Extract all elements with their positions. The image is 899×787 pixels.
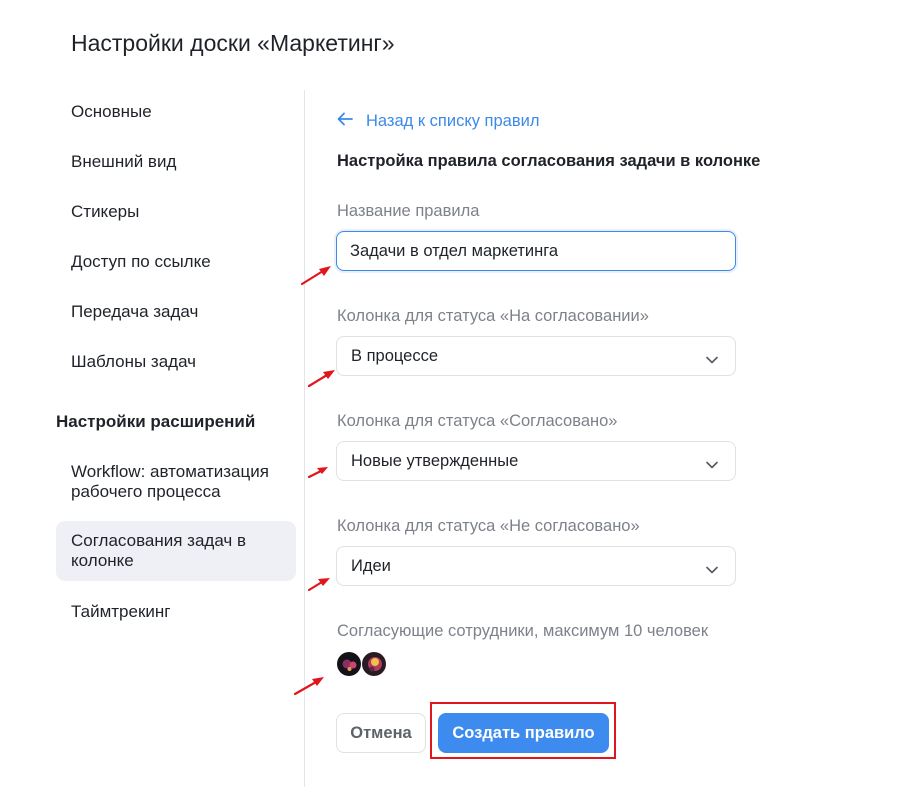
approvers-list xyxy=(336,651,387,677)
back-to-rules-link[interactable]: Назад к списку правил xyxy=(337,112,539,131)
approvers-label: Согласующие сотрудники, максимум 10 чело… xyxy=(337,622,709,640)
rule-name-input[interactable] xyxy=(336,231,736,271)
sidebar-section-extensions: Настройки расширений xyxy=(56,412,256,431)
rule-settings-heading: Настройка правила согласования задачи в … xyxy=(337,152,761,170)
avatar[interactable] xyxy=(361,651,387,677)
sidebar-item-timetracking[interactable]: Таймтрекинг xyxy=(56,602,296,622)
rule-name-label: Название правила xyxy=(337,202,480,220)
red-arrow-icon xyxy=(307,370,335,388)
rejected-status-select[interactable]: Идеи xyxy=(336,546,736,586)
pending-status-select[interactable]: В процессе xyxy=(336,336,736,376)
back-link-label: Назад к списку правил xyxy=(366,112,540,130)
cancel-button[interactable]: Отмена xyxy=(336,713,426,753)
approved-status-select[interactable]: Новые утвержденные xyxy=(336,441,736,481)
sidebar-item-task-transfer[interactable]: Передача задач xyxy=(56,302,296,322)
annotation-highlight-box xyxy=(430,702,616,759)
page-title: Настройки доски «Маркетинг» xyxy=(71,30,395,56)
chevron-down-icon xyxy=(706,561,718,579)
red-arrow-icon xyxy=(300,266,331,286)
pending-status-value: В процессе xyxy=(351,347,438,365)
arrow-left-icon xyxy=(337,112,355,131)
pending-status-label: Колонка для статуса «На согласовании» xyxy=(337,307,649,325)
sidebar-item-task-templates[interactable]: Шаблоны задач xyxy=(56,352,296,372)
chevron-down-icon xyxy=(706,351,718,369)
sidebar-item-link-access[interactable]: Доступ по ссылке xyxy=(56,252,296,272)
chevron-down-icon xyxy=(706,456,718,474)
avatar[interactable] xyxy=(336,651,362,677)
sidebar-item-general[interactable]: Основные xyxy=(56,102,296,122)
rejected-status-label: Колонка для статуса «Не согласовано» xyxy=(337,517,640,535)
sidebar-item-workflow[interactable]: Workflow: автоматизация рабочего процесс… xyxy=(56,462,296,502)
sidebar-item-stickers[interactable]: Стикеры xyxy=(56,202,296,222)
sidebar-item-appearance[interactable]: Внешний вид xyxy=(56,152,296,172)
approved-status-value: Новые утвержденные xyxy=(351,452,519,470)
sidebar-item-task-approvals[interactable]: Согласования задач в колонке xyxy=(56,521,296,581)
rejected-status-value: Идеи xyxy=(351,557,391,575)
red-arrow-icon xyxy=(293,677,324,696)
approved-status-label: Колонка для статуса «Согласовано» xyxy=(337,412,618,430)
red-arrow-icon xyxy=(307,578,330,592)
red-arrow-icon xyxy=(307,467,328,479)
